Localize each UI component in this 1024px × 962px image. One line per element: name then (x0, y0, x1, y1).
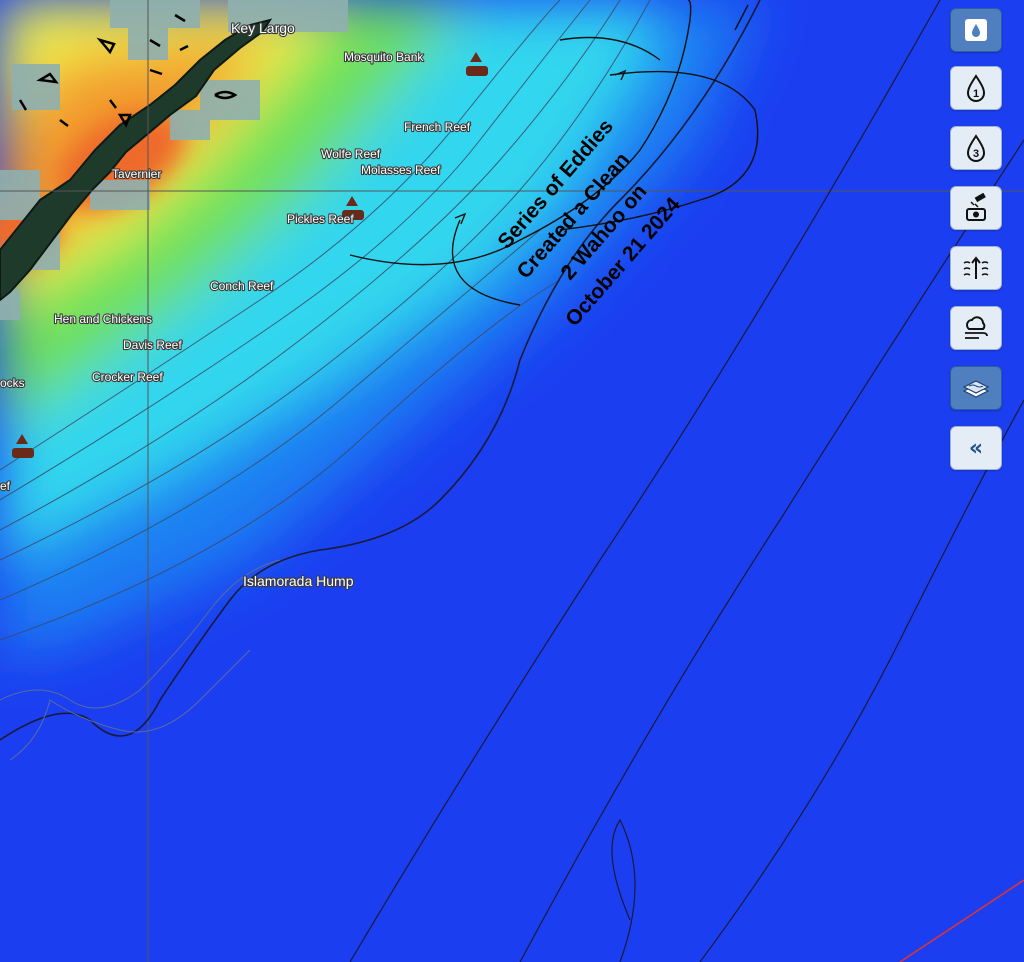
place-wolfe-reef: Wolfe Reef (321, 147, 381, 161)
satellite-imagery-button[interactable] (950, 186, 1002, 230)
place-reef-edge: ef (0, 479, 11, 493)
water-drop-icon (965, 19, 987, 41)
chevron-double-left-icon: « (968, 435, 984, 461)
sst-layer-button[interactable] (950, 8, 1002, 52)
place-conch-reef: Conch Reef (210, 279, 274, 293)
weather-wind-icon (965, 316, 988, 339)
satellite-camera-icon (966, 193, 986, 221)
chlorophyll-day3-button[interactable]: 3 (950, 126, 1002, 170)
place-islamorada-hump: Islamorada Hump (243, 573, 354, 589)
collapse-toolbar-button[interactable]: « (950, 426, 1002, 470)
weather-layer-button[interactable] (950, 306, 1002, 350)
bathymetry-icon (962, 380, 990, 398)
place-mosquito-bank: Mosquito Bank (344, 50, 424, 64)
place-key-largo: Key Largo (231, 20, 295, 36)
place-molasses-reef: Molasses Reef (361, 163, 441, 177)
place-hen-and-chickens: Hen and Chickens (54, 312, 152, 326)
currents-icon (963, 256, 989, 279)
place-tavernier: Tavernier (112, 167, 161, 181)
place-davis-reef: Davis Reef (123, 338, 182, 352)
drop-1-icon: 1 (966, 74, 986, 102)
sst-chart-map[interactable]: Key Largo Mosquito Bank French Reef Wolf… (0, 0, 1024, 962)
currents-layer-button[interactable] (950, 246, 1002, 290)
place-crocker-reef: Crocker Reef (92, 370, 163, 384)
place-rocks: ocks (0, 376, 25, 390)
svg-text:1: 1 (973, 88, 979, 100)
svg-text:3: 3 (973, 148, 979, 160)
place-french-reef: French Reef (404, 120, 471, 134)
chlorophyll-day1-button[interactable]: 1 (950, 66, 1002, 110)
bathymetry-layer-button[interactable] (950, 366, 1002, 410)
drop-3-icon: 3 (966, 134, 986, 162)
place-pickles-reef: Pickles Reef (287, 212, 354, 226)
